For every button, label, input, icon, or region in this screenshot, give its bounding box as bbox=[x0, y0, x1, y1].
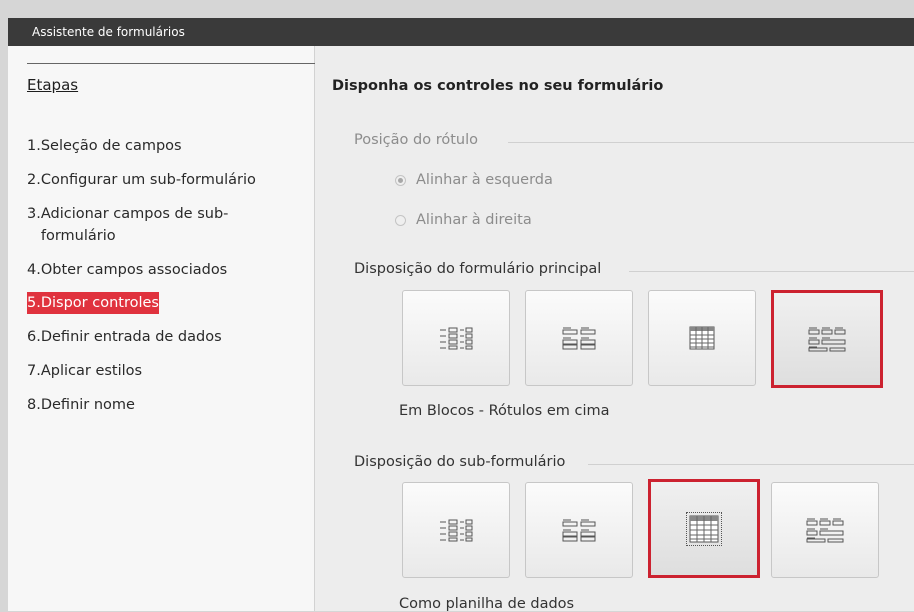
section-rule bbox=[629, 271, 914, 272]
step-4[interactable]: 4. Obter campos associados bbox=[27, 259, 227, 281]
sub-form-layout-title: Disposição do sub-formulário bbox=[354, 454, 566, 470]
radio-label: Alinhar à direita bbox=[416, 212, 532, 228]
step-label: Definir nome bbox=[40, 397, 135, 413]
radio-button[interactable] bbox=[395, 214, 406, 226]
sidebar-divider bbox=[27, 63, 320, 64]
page-title: Disponha os controles no seu formulário bbox=[332, 78, 664, 94]
sub-layout-blocks-top-button[interactable] bbox=[771, 482, 879, 578]
columnar-labels-left-icon bbox=[438, 518, 474, 542]
section-rule bbox=[588, 464, 914, 465]
step-5-active[interactable]: 5. Dispor controles bbox=[27, 292, 159, 314]
step-6[interactable]: 6. Definir entrada de dados bbox=[27, 326, 222, 348]
window-titlebar: Assistente de formulários bbox=[8, 18, 914, 46]
blocks-labels-top-icon bbox=[806, 517, 844, 543]
columnar-labels-top-icon bbox=[561, 518, 597, 542]
step-label: Aplicar estilos bbox=[40, 363, 143, 379]
radio-button[interactable] bbox=[395, 174, 406, 186]
datasheet-icon bbox=[689, 326, 715, 350]
sub-layout-caption: Como planilha de dados bbox=[399, 596, 575, 612]
step-label: Obter campos associados bbox=[40, 262, 228, 278]
sub-layout-datasheet-button[interactable] bbox=[648, 479, 760, 578]
steps-header: Etapas bbox=[27, 76, 79, 94]
columnar-labels-top-icon bbox=[561, 326, 597, 350]
step-7[interactable]: 7. Aplicar estilos bbox=[27, 360, 142, 382]
window-title: Assistente de formulários bbox=[32, 25, 185, 39]
radio-label: Alinhar à esquerda bbox=[416, 172, 553, 188]
step-8[interactable]: 8. Definir nome bbox=[27, 394, 135, 416]
label-position-title: Posição do rótulo bbox=[354, 132, 478, 148]
datasheet-icon bbox=[686, 511, 722, 546]
step-label: Seleção de campos bbox=[40, 138, 182, 154]
sub-layout-columnar-left-button[interactable] bbox=[402, 482, 510, 578]
main-form-layout-title: Disposição do formulário principal bbox=[354, 261, 602, 277]
main-layout-caption: Em Blocos - Rótulos em cima bbox=[399, 403, 610, 419]
blocks-labels-top-icon bbox=[808, 326, 846, 352]
main-layout-datasheet-button[interactable] bbox=[648, 290, 756, 386]
step-label: Dispor controles bbox=[40, 292, 159, 314]
step-2[interactable]: 2. Configurar um sub-formulário bbox=[27, 169, 256, 191]
step-label: Definir entrada de dados bbox=[40, 329, 222, 345]
radio-align-left[interactable]: Alinhar à esquerda bbox=[395, 172, 553, 188]
step-1[interactable]: 1. Seleção de campos bbox=[27, 135, 182, 157]
step-label: Configurar um sub-formulário bbox=[40, 172, 256, 188]
sub-layout-columnar-top-button[interactable] bbox=[525, 482, 633, 578]
main-layout-columnar-left-button[interactable] bbox=[402, 290, 510, 386]
radio-align-right[interactable]: Alinhar à direita bbox=[395, 212, 532, 228]
step-3[interactable]: 3. Adicionar campos de sub-formulário bbox=[27, 203, 271, 247]
step-label: Adicionar campos de sub-formulário bbox=[40, 206, 229, 244]
columnar-labels-left-icon bbox=[438, 326, 474, 350]
main-panel: Disponha os controles no seu formulário … bbox=[315, 46, 914, 612]
main-layout-blocks-top-button[interactable] bbox=[771, 290, 883, 388]
section-rule bbox=[508, 142, 914, 143]
steps-sidebar: Etapas 1. Seleção de campos 2. Configurar … bbox=[8, 46, 320, 611]
main-layout-columnar-top-button[interactable] bbox=[525, 290, 633, 386]
